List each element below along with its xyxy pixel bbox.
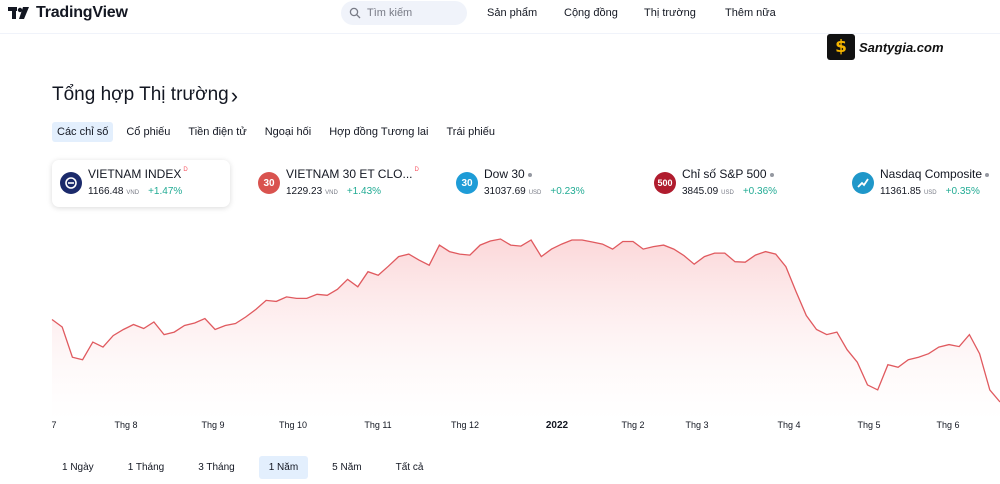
market-status-dot	[985, 172, 990, 177]
vietnam-index-icon	[60, 172, 82, 194]
chevron-right-icon: ›	[230, 82, 239, 108]
symbol-card-dow30[interactable]: 30 Dow 30 31037.69 USD +0.23%	[448, 160, 618, 207]
dow30-icon: 30	[456, 172, 478, 194]
nav-more[interactable]: Thêm nữa	[725, 7, 776, 19]
x-axis-label: Thg 5	[857, 420, 881, 430]
symbol-currency: USD	[721, 190, 734, 196]
x-axis-label: Thg 11	[364, 420, 392, 430]
tradingview-logo[interactable]: TradingView	[8, 4, 128, 22]
symbol-name-text: VIETNAM INDEX	[88, 167, 182, 181]
symbol-price: 1229.23	[286, 186, 323, 197]
tab-bonds[interactable]: Trái phiếu	[441, 122, 500, 142]
symbol-name-text: Dow 30	[484, 167, 525, 181]
search-input[interactable]	[367, 7, 457, 19]
range-1y-button[interactable]: 1 Năm	[258, 456, 309, 479]
watermark-text: Santygia.com	[859, 39, 944, 55]
symbol-name-text: Chỉ số S&P 500	[682, 167, 767, 181]
price-area-fill	[52, 239, 1000, 420]
symbol-name: VIETNAM INDEX D	[88, 167, 188, 181]
x-axis-label: 7	[51, 420, 57, 430]
range-1d-button[interactable]: 1 Ngày	[52, 456, 104, 479]
tab-stocks[interactable]: Cổ phiếu	[121, 122, 175, 142]
x-axis-label: Thg 4	[777, 420, 801, 430]
tab-futures[interactable]: Hợp đồng Tương lai	[324, 122, 433, 142]
symbol-card-vn30[interactable]: 30 VIETNAM 30 ET CLO... D 1229.23 VND +1.…	[250, 160, 440, 207]
symbol-card-vietnam-index[interactable]: VIETNAM INDEX D 1166.48 VND +1.47%	[52, 160, 230, 207]
tab-crypto[interactable]: Tiền điện tử	[183, 122, 251, 142]
symbol-price: 1166.48	[88, 186, 124, 197]
symbol-currency: USD	[923, 190, 937, 196]
symbol-card-sp500[interactable]: 500 Chỉ số S&P 500 3845.09 USD +0.36%	[646, 160, 826, 207]
symbol-currency: VND	[126, 190, 140, 196]
x-axis-label: 2022	[545, 420, 569, 431]
market-status-dot	[527, 172, 532, 177]
symbol-price: 31037.69	[484, 186, 526, 197]
symbol-change: +0.36%	[742, 186, 778, 197]
sp500-icon: 500	[654, 172, 676, 194]
symbol-values: 11361.85 USD +0.35%	[880, 186, 980, 197]
x-axis: 7 Thg 8 Thg 9 Thg 10 Thg 11 Thg 12 2022 …	[0, 420, 1000, 436]
symbol-values: 3845.09 USD +0.36%	[682, 186, 777, 197]
nasdaq-icon	[852, 172, 874, 194]
symbol-name-text: Nasdaq Composite	[880, 167, 983, 181]
search-bar[interactable]	[341, 1, 467, 25]
symbol-card-nasdaq[interactable]: Nasdaq Composite 11361.85 USD +0.35%	[844, 160, 1000, 207]
nav-products[interactable]: Sản phẩm	[487, 7, 537, 19]
vn30-icon: 30	[258, 172, 280, 194]
symbol-values: 1166.48 VND +1.47%	[88, 186, 182, 197]
symbol-currency: USD	[528, 190, 542, 196]
price-chart[interactable]	[0, 220, 1000, 420]
brand-name: TradingView	[36, 4, 128, 21]
range-1m-button[interactable]: 1 Tháng	[118, 456, 175, 479]
x-axis-label: Thg 6	[936, 420, 960, 430]
delayed-badge: D	[414, 167, 419, 173]
santygia-logo-icon: $	[827, 34, 855, 60]
page-title[interactable]: Tổng hợp Thị trường ›	[52, 84, 238, 106]
top-header: TradingView Sản phẩm Cộng đồng Thị trườn…	[0, 0, 1000, 34]
symbol-name: Chỉ số S&P 500	[682, 167, 774, 181]
x-axis-label: Thg 10	[278, 420, 308, 430]
symbol-change: +1.47%	[148, 186, 183, 197]
range-all-button[interactable]: Tất cả	[386, 456, 434, 479]
symbol-change: +1.43%	[346, 186, 382, 197]
range-3m-button[interactable]: 3 Tháng	[188, 456, 245, 479]
nav-markets[interactable]: Thị trường	[644, 7, 696, 19]
range-5y-button[interactable]: 5 Năm	[322, 456, 371, 479]
x-axis-label: Thg 2	[621, 420, 645, 430]
symbol-price: 11361.85	[880, 186, 921, 197]
symbol-change: +0.23%	[550, 186, 585, 197]
symbol-change: +0.35%	[945, 186, 980, 197]
x-axis-label: Thg 8	[114, 420, 138, 430]
tab-forex[interactable]: Ngoại hối	[260, 122, 316, 142]
symbol-name: Dow 30	[484, 167, 532, 181]
market-status-dot	[769, 172, 774, 177]
nav-community[interactable]: Cộng đồng	[564, 7, 618, 19]
santygia-watermark: $ Santygia.com	[827, 33, 963, 61]
market-tabs: Các chỉ số Cổ phiếu Tiền điện tử Ngoại h…	[52, 122, 500, 142]
time-range-selector: 1 Ngày 1 Tháng 3 Tháng 1 Năm 5 Năm Tất c…	[52, 456, 433, 479]
symbol-values: 31037.69 USD +0.23%	[484, 186, 585, 197]
symbol-name: Nasdaq Composite	[880, 167, 990, 181]
search-icon	[349, 7, 361, 19]
symbol-name: VIETNAM 30 ET CLO... D	[286, 167, 419, 181]
symbol-name-text: VIETNAM 30 ET CLO...	[286, 167, 413, 181]
tab-indices[interactable]: Các chỉ số	[52, 122, 114, 142]
x-axis-label: Thg 9	[201, 420, 225, 430]
symbol-price: 3845.09	[682, 186, 719, 197]
tradingview-logo-icon	[8, 7, 29, 19]
page-title-text: Tổng hợp Thị trường	[52, 84, 229, 105]
x-axis-label: Thg 3	[685, 420, 709, 430]
x-axis-label: Thg 12	[450, 420, 480, 430]
symbol-values: 1229.23 VND +1.43%	[286, 186, 381, 197]
symbol-currency: VND	[325, 190, 338, 196]
delayed-badge: D	[183, 167, 188, 173]
